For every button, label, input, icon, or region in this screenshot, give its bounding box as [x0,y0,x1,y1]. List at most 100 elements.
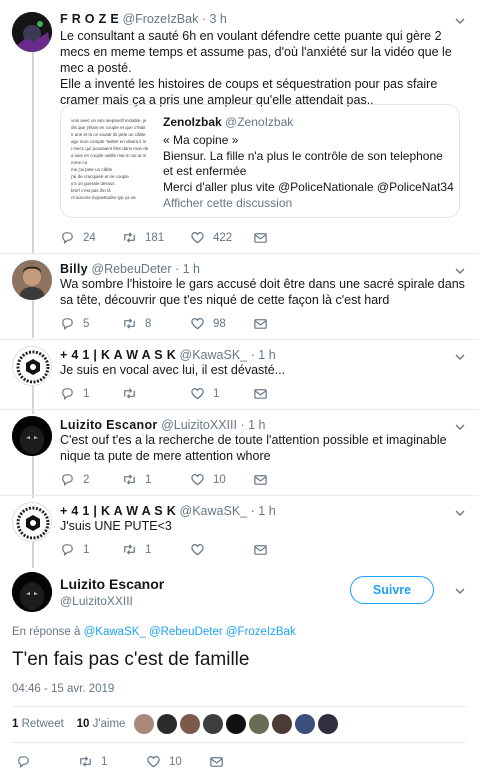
retweet-button[interactable]: 8 [122,316,151,331]
display-name[interactable]: Billy [60,262,88,276]
tweet[interactable]: + 4 1 | K A W A S K @KawaSK_ · 1 h Je su… [0,340,479,410]
direct-message-button[interactable] [253,230,268,245]
like-button[interactable]: 98 [190,316,226,331]
tweet-text: J'suis UNE PUTE<3 [60,519,172,533]
liker-avatar[interactable] [226,714,246,734]
reply-prefix: En réponse à [12,626,81,638]
tweet-time[interactable]: 1 h [183,262,200,276]
chevron-down-icon[interactable] [455,506,465,516]
follow-button[interactable]: Suivre [350,576,434,604]
retweet-count: 1 [145,473,152,486]
heart-icon [191,474,204,486]
chevron-down-icon[interactable] [455,350,465,360]
quoted-image-text-line: i mecs qui pousaient être dans mon de [71,146,149,151]
liker-avatar[interactable] [157,714,177,734]
user-handle[interactable]: @FrozeIzBak [122,12,198,26]
quoted-image-text-line: y'a un guerale dessus [71,181,115,186]
tweet-time[interactable]: 1 h [258,504,275,518]
display-name[interactable]: F R O Z E [60,12,119,26]
like-button[interactable]: 10 [190,472,226,487]
liker-avatar[interactable] [180,714,200,734]
tweet-text: Je suis en vocal avec lui, il est dévast… [60,363,286,377]
tweet-time[interactable]: 1 h [248,418,265,432]
like-count: 1 [213,387,220,400]
like-label[interactable]: J'aime [93,718,126,730]
user-handle[interactable]: @RebeuDeter [91,262,171,276]
retweet-button[interactable]: 1 [122,472,151,487]
display-name[interactable]: + 4 1 | K A W A S K [60,504,176,518]
user-handle[interactable]: @KawaSK_ [180,504,248,518]
main-display-name[interactable]: Luizito Escanor [60,576,164,592]
reply-button[interactable]: 1 [60,542,89,557]
reply-mentions[interactable]: @KawaSK_ @RebeuDeter @FrozeIzBak [84,626,296,638]
tweet[interactable]: + 4 1 | K A W A S K @KawaSK_ · 1 h J'sui… [0,496,479,566]
quoted-image-text-line: dis que j'étais en couple et que c'était [71,125,146,130]
tweet-header: Billy @RebeuDeter · 1 h [60,262,200,276]
display-name[interactable]: Luizito Escanor [60,418,158,432]
avatar[interactable] [12,416,52,456]
like-button[interactable]: 422 [190,230,232,245]
retweet-icon [80,756,91,767]
tweet[interactable]: Billy @RebeuDeter · 1 h Wa sombre l'hist… [0,254,479,340]
chevron-down-icon[interactable] [455,264,465,274]
tweet-header: + 4 1 | K A W A S K @KawaSK_ · 1 h [60,348,276,362]
reply-button[interactable]: 24 [60,230,96,245]
direct-message-button[interactable] [253,472,268,487]
tweet[interactable]: Luizito Escanor @LuizitoXXIII · 1 h C'es… [0,410,479,496]
separator-dot: · [240,418,245,432]
avatar[interactable] [12,260,52,300]
direct-message-button[interactable] [253,542,268,557]
user-handle[interactable]: @KawaSK_ [180,348,248,362]
retweet-icon [124,318,135,329]
retweet-button[interactable]: 1 [122,542,151,557]
liker-avatar[interactable] [295,714,315,734]
avatar[interactable] [12,502,52,542]
heart-icon [191,318,204,330]
reply-button[interactable]: 2 [60,472,89,487]
reply-count: 1 [83,543,90,556]
chevron-down-icon[interactable] [455,14,465,24]
main-avatar[interactable] [12,572,52,612]
show-thread-link[interactable]: Afficher cette discussion [163,196,292,210]
direct-message-button[interactable] [253,386,268,401]
reply-button[interactable]: 5 [60,316,89,331]
retweet-count: 181 [145,231,165,244]
chevron-down-icon[interactable] [455,584,465,594]
liker-avatar[interactable] [203,714,223,734]
quoted-tweet[interactable]: vois avec un ami oiepseolf instable, je d… [60,104,460,218]
envelope-icon [254,233,267,243]
reply-button[interactable]: 1 [60,386,89,401]
heart-icon [191,388,204,400]
liker-avatar[interactable] [249,714,269,734]
main-timestamp[interactable]: 04:46 - 15 avr. 2019 [12,683,114,695]
main-user-handle[interactable]: @LuizitoXXIII [60,594,133,608]
reply-button[interactable] [16,754,39,769]
user-handle[interactable]: @LuizitoXXIII [161,418,237,432]
avatar[interactable] [12,346,52,386]
like-button[interactable]: 10 [146,754,182,769]
heart-icon [191,232,204,244]
tweet-time[interactable]: 1 h [258,348,275,362]
liker-avatar[interactable] [134,714,154,734]
quoted-tweet-header: ZenoIzbak @ZenoIzbak [163,115,293,129]
display-name[interactable]: + 4 1 | K A W A S K [60,348,176,362]
liker-avatar[interactable] [272,714,292,734]
retweet-total[interactable]: 1 [12,718,18,730]
like-button[interactable]: 1 [190,386,219,401]
divider [12,706,467,707]
avatar[interactable] [12,12,52,52]
quoted-image-text-line: mme ca [71,160,88,165]
retweet-label[interactable]: Retweet [22,718,64,730]
retweet-button[interactable]: 1 [78,754,107,769]
like-total[interactable]: 10 [77,718,90,730]
reply-icon [62,474,73,486]
tweet[interactable]: F R O Z E @FrozeIzBak · 3 h Le consultan… [0,0,479,254]
direct-message-button[interactable] [253,316,268,331]
tweet-time[interactable]: 3 h [209,12,226,26]
retweet-button[interactable] [122,386,145,401]
chevron-down-icon[interactable] [455,420,465,430]
like-button[interactable] [190,542,213,557]
direct-message-button[interactable] [209,754,224,769]
retweet-button[interactable]: 181 [122,230,164,245]
liker-avatar[interactable] [318,714,338,734]
